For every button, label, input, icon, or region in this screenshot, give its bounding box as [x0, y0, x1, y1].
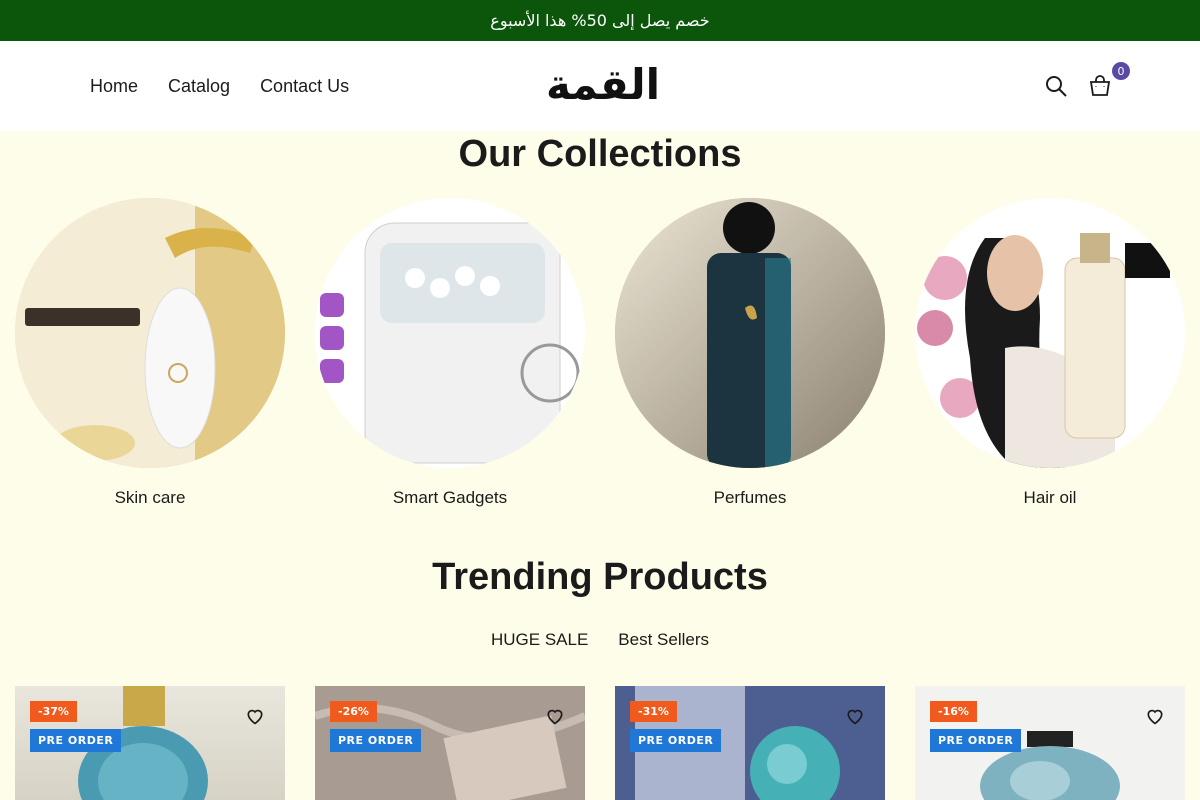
nav-home[interactable]: Home — [90, 76, 138, 97]
collection-skin-care[interactable]: Skin care — [15, 198, 285, 508]
heart-icon[interactable] — [245, 706, 265, 726]
collection-image-hair-oil[interactable] — [915, 198, 1185, 468]
product-card[interactable]: -16% PRE ORDER — [915, 686, 1185, 800]
cart-icon[interactable]: 0 — [1088, 62, 1130, 98]
product-grid: -37% PRE ORDER -26% PRE ORDER -31% PRE O… — [15, 686, 1185, 800]
announcement-text: خصم يصل إلى 50% هذا الأسبوع — [490, 11, 710, 30]
collection-label[interactable]: Perfumes — [615, 488, 885, 508]
nav-contact[interactable]: Contact Us — [260, 76, 349, 97]
cart-count-badge: 0 — [1112, 62, 1130, 80]
collection-image-skin-care[interactable] — [15, 198, 285, 468]
heart-icon[interactable] — [845, 706, 865, 726]
collection-hair-oil[interactable]: Hair oil — [915, 198, 1185, 508]
collection-label[interactable]: Smart Gadgets — [315, 488, 585, 508]
tab-huge-sale[interactable]: HUGE SALE — [491, 630, 588, 650]
heart-icon[interactable] — [545, 706, 565, 726]
collection-label[interactable]: Skin care — [15, 488, 285, 508]
collections-title: Our Collections — [458, 133, 742, 175]
site-logo[interactable]: القمة — [545, 53, 661, 115]
tab-best-sellers[interactable]: Best Sellers — [618, 630, 709, 650]
preorder-badge: PRE ORDER — [630, 729, 722, 752]
collection-image-smart-gadgets[interactable] — [315, 198, 585, 468]
announcement-bar: خصم يصل إلى 50% هذا الأسبوع — [0, 0, 1200, 41]
collection-label[interactable]: Hair oil — [915, 488, 1185, 508]
collection-image-perfumes[interactable] — [615, 198, 885, 468]
logo-text: القمة — [545, 59, 661, 109]
collections-grid: Skin care Smart Gadgets Perfumes Hair oi… — [15, 198, 1185, 518]
product-card[interactable]: -37% PRE ORDER — [15, 686, 285, 800]
collection-perfumes[interactable]: Perfumes — [615, 198, 885, 508]
discount-badge: -16% — [930, 701, 977, 722]
collection-smart-gadgets[interactable]: Smart Gadgets — [315, 198, 585, 508]
discount-badge: -37% — [30, 701, 77, 722]
search-icon[interactable] — [1044, 74, 1068, 98]
preorder-badge: PRE ORDER — [30, 729, 122, 752]
product-card[interactable]: -26% PRE ORDER — [315, 686, 585, 800]
site-header: Home Catalog Contact Us القمة 0 — [0, 41, 1200, 131]
trending-title: Trending Products — [432, 556, 768, 598]
preorder-badge: PRE ORDER — [930, 729, 1022, 752]
discount-badge: -31% — [630, 701, 677, 722]
trending-tabs: HUGE SALE Best Sellers — [0, 630, 1200, 650]
header-icons: 0 — [1044, 41, 1130, 131]
nav-catalog[interactable]: Catalog — [168, 76, 230, 97]
product-card[interactable]: -31% PRE ORDER — [615, 686, 885, 800]
discount-badge: -26% — [330, 701, 377, 722]
main-nav: Home Catalog Contact Us — [90, 41, 349, 131]
preorder-badge: PRE ORDER — [330, 729, 422, 752]
heart-icon[interactable] — [1145, 706, 1165, 726]
